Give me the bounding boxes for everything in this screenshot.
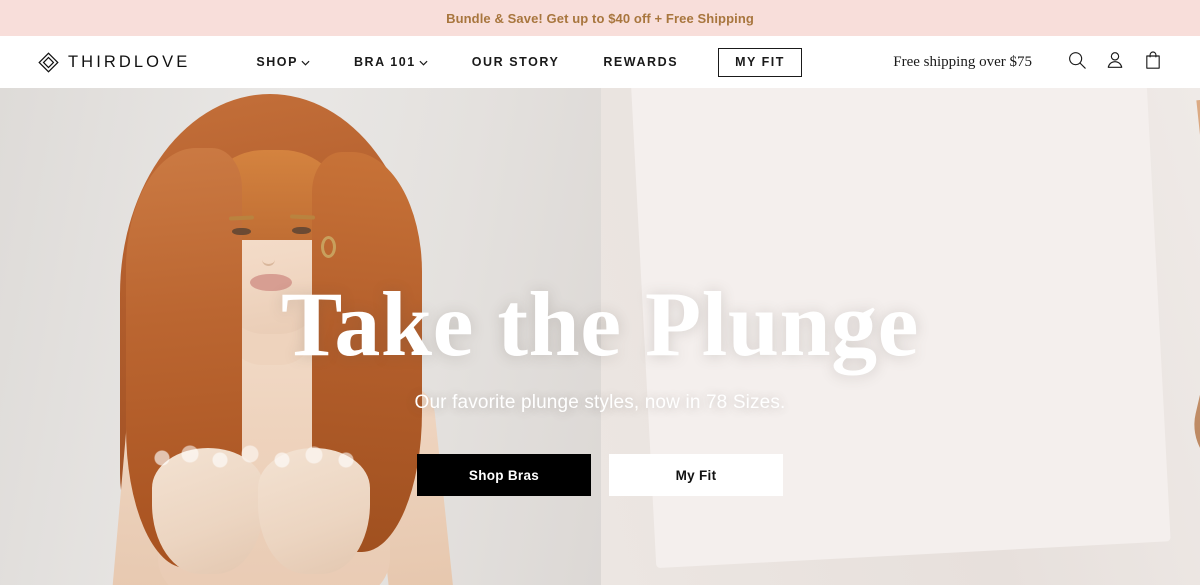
hero-cta-group: Shop Bras My Fit xyxy=(417,454,783,496)
announcement-bar[interactable]: Bundle & Save! Get up to $40 off + Free … xyxy=(0,0,1200,36)
account-icon xyxy=(1105,50,1125,75)
chevron-down-icon xyxy=(301,55,310,69)
search-button[interactable] xyxy=(1058,43,1096,81)
search-icon xyxy=(1067,50,1087,75)
hero-image-left xyxy=(0,88,601,585)
header-utilities: Free shipping over $75 xyxy=(893,43,1172,81)
site-header: THIRDLOVE SHOP BRA 101 OUR STORY REWARDS xyxy=(0,36,1200,88)
nav-item-bra-101-label: BRA 101 xyxy=(353,55,416,69)
nav-item-our-story[interactable]: OUR STORY xyxy=(450,55,582,69)
nav-item-our-story-label: OUR STORY xyxy=(471,55,560,69)
diamond-logo-icon xyxy=(38,51,59,73)
main-navigation: SHOP BRA 101 OUR STORY REWARDS MY FIT xyxy=(234,47,802,77)
nav-item-rewards-label: REWARDS xyxy=(603,55,679,69)
announcement-text: Bundle & Save! Get up to $40 off + Free … xyxy=(446,10,754,26)
nav-item-rewards[interactable]: REWARDS xyxy=(581,55,700,69)
my-fit-button[interactable]: MY FIT xyxy=(718,47,802,77)
my-fit-button-label: MY FIT xyxy=(735,55,785,69)
shop-bras-button[interactable]: Shop Bras xyxy=(417,454,591,496)
free-shipping-note: Free shipping over $75 xyxy=(893,53,1032,70)
nav-item-bra-101[interactable]: BRA 101 xyxy=(332,55,450,69)
hero-right-paper-backdrop xyxy=(630,88,1171,569)
shopping-bag-icon xyxy=(1143,50,1163,75)
nav-item-shop-label: SHOP xyxy=(256,55,298,69)
logo-wordmark: THIRDLOVE xyxy=(68,52,191,71)
nav-item-shop[interactable]: SHOP xyxy=(234,55,332,69)
hero-image-right xyxy=(601,88,1200,585)
site-logo[interactable]: THIRDLOVE xyxy=(38,51,191,73)
shopping-bag-button[interactable] xyxy=(1134,43,1172,81)
my-fit-cta-button[interactable]: My Fit xyxy=(609,454,783,496)
account-button[interactable] xyxy=(1096,43,1134,81)
hero-left-model xyxy=(0,88,601,585)
chevron-down-icon xyxy=(419,55,428,69)
hero-banner: Take the Plunge Our favorite plunge styl… xyxy=(0,88,1200,585)
